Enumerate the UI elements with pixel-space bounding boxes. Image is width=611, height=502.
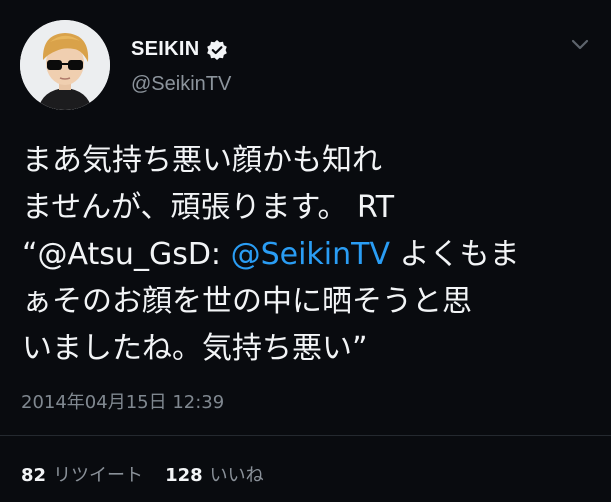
tweet-text-line: ぁそのお顔を世の中に晒そうと思 <box>22 284 472 319</box>
tweet-stats: 82 リツイート 128 いいね <box>21 461 264 487</box>
tweet-text: まあ気持ち悪い顔かも知れ ませんが、頑張ります。 RT “@Atsu_GsD: … <box>22 137 597 372</box>
tweet-text-line: まあ気持ち悪い顔かも知れ <box>22 143 382 178</box>
like-count[interactable]: 128 <box>165 465 203 486</box>
avatar-image <box>20 20 110 110</box>
tweet-text-line: ませんが、頑張ります。 RT <box>22 190 395 225</box>
tweet-text-segment: よくもま <box>389 237 520 272</box>
like-label[interactable]: いいね <box>210 461 264 487</box>
tweet-timestamp[interactable]: 2014年04月15日 12:39 <box>21 388 224 414</box>
tweet-text-line: いましたね。気持ち悪い” <box>22 331 368 366</box>
avatar[interactable] <box>20 20 110 110</box>
tweet-text-line: “@Atsu_GsD: @SeikinTV よくもま <box>22 231 597 278</box>
name-row: SEIKIN <box>131 38 228 61</box>
quoted-user: “@Atsu_GsD: <box>22 237 231 272</box>
mention-link[interactable]: @SeikinTV <box>231 237 390 272</box>
retweet-label[interactable]: リツイート <box>53 461 143 487</box>
verified-badge-icon <box>206 39 228 61</box>
display-name[interactable]: SEIKIN <box>131 38 199 61</box>
tweet-card: SEIKIN @SeikinTV まあ気持ち悪い顔かも知れ ませんが、頑張ります… <box>0 0 611 502</box>
chevron-down-icon[interactable] <box>570 38 590 52</box>
divider <box>0 435 611 436</box>
user-handle[interactable]: @SeikinTV <box>131 73 231 96</box>
retweet-count[interactable]: 82 <box>21 465 46 486</box>
